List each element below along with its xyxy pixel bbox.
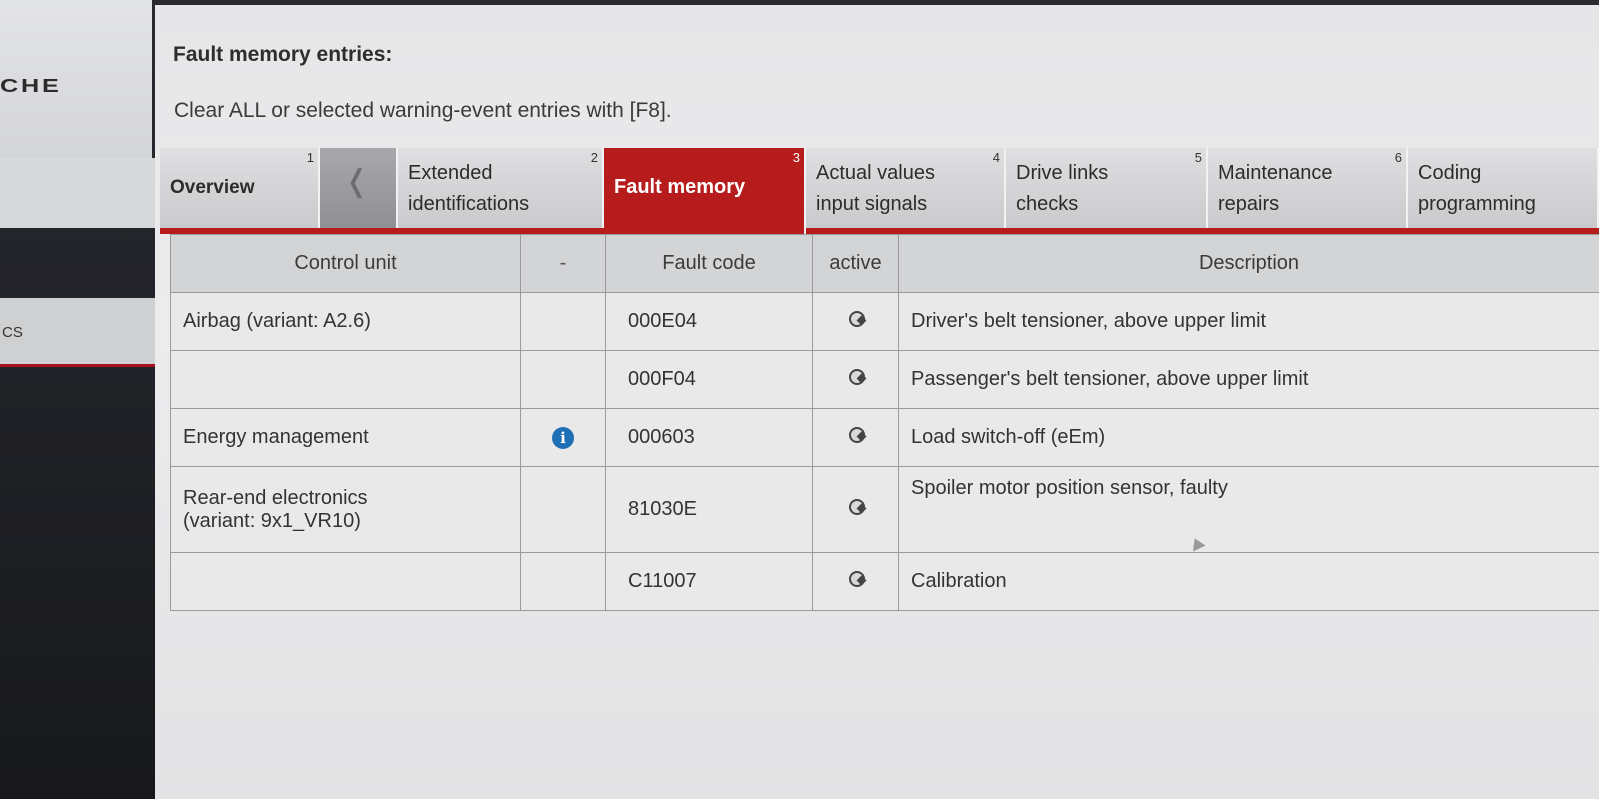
tab-label: Maintenance repairs [1218,158,1333,220]
tab-label: Fault memory [614,176,746,198]
brand-logo: CHE [0,76,62,96]
column-header-active[interactable]: active [812,234,899,293]
fault-memory-table: Control unit - Fault code active Descrip… [170,234,1599,611]
tab-label-line: Actual values [816,162,935,184]
cell-control-unit: Energy management [170,408,521,467]
cell-control-unit [170,552,521,611]
tab-label-line: Extended [408,162,493,184]
tab-drive-links[interactable]: 5 Drive links checks [1006,148,1208,228]
table-row[interactable]: C11007 Calibration [170,552,1599,611]
cell-description: Passenger's belt tensioner, above upper … [898,350,1599,409]
cell-control-unit: Rear-end electronics (variant: 9x1_VR10) [170,466,521,553]
tab-fault-memory[interactable]: 3 Fault memory [604,148,806,234]
tab-back-button[interactable]: ❬ [320,148,398,228]
cell-control-unit-line: Rear-end electronics [183,486,368,509]
cell-description: Spoiler motor position sensor, faulty [898,466,1599,553]
table-row[interactable]: Rear-end electronics (variant: 9x1_VR10)… [170,466,1599,553]
sidebar-strip [0,158,160,228]
column-header-control-unit[interactable]: Control unit [170,234,521,293]
cell-active [812,466,899,553]
tab-coding[interactable]: Coding programming [1408,148,1599,228]
tab-extended-identifications[interactable]: 2 Extended identifications [398,148,604,228]
cell-description: Driver's belt tensioner, above upper lim… [898,292,1599,351]
tab-label-line: identifications [408,193,530,215]
cell-description: Load switch-off (eEm) [898,408,1599,467]
tab-label: Coding programming [1418,158,1536,220]
sidebar-item-label: CS [2,324,23,341]
cell-control-unit [170,350,521,409]
tab-label-line: Coding [1418,162,1482,184]
page-instruction: Clear ALL or selected warning-event entr… [174,99,672,122]
tab-label: Extended identifications [408,158,529,220]
tab-number: 5 [1194,150,1202,165]
tab-label-line: input signals [816,193,928,215]
cell-active [812,350,899,409]
tab-number: 1 [306,150,314,165]
column-header-description[interactable]: Description [898,234,1599,293]
diagnostic-screen: CHE CS Fault memory entries: Clear ALL o… [0,0,1599,799]
cell-info: i [520,408,606,467]
sidebar-header: CHE [0,0,152,158]
tab-label-line: checks [1016,193,1079,215]
tab-label-line: programming [1418,193,1536,215]
table-header-row: Control unit - Fault code active Descrip… [170,234,1599,293]
tab-overview[interactable]: 1 Overview [160,148,320,228]
cell-fault-code: 000F04 [605,350,813,409]
info-icon[interactable]: i [552,427,574,449]
tab-actual-values[interactable]: 4 Actual values input signals [806,148,1006,228]
cell-description: Calibration [898,552,1599,611]
table-row[interactable]: Airbag (variant: A2.6) 000E04 Driver's b… [170,292,1599,351]
cell-control-unit-line: (variant: 9x1_VR10) [183,509,361,532]
chevron-left-icon: ❬ [344,165,370,198]
cell-fault-code: C11007 [605,552,813,611]
cell-fault-code: 81030E [605,466,813,553]
tab-label: Overview [170,177,255,198]
cell-info [520,350,606,409]
tab-number: 4 [992,150,1000,165]
cell-info [520,466,606,553]
tab-number: 3 [792,150,800,165]
tab-label-line: repairs [1218,193,1280,215]
cell-fault-code: 000603 [605,408,813,467]
cell-active [812,292,899,351]
cell-fault-code: 000E04 [605,292,813,351]
bulb-icon [847,498,866,516]
sidebar-item[interactable]: CS [0,298,166,367]
bulb-icon [847,310,866,328]
column-header-info-text: - [559,252,567,274]
column-header-info[interactable]: - [520,234,606,293]
main-panel: Fault memory entries: Clear ALL or selec… [155,5,1599,799]
tab-label: Actual values input signals [816,158,935,220]
cell-info [520,552,606,611]
cell-active [812,552,899,611]
column-header-fault-code[interactable]: Fault code [605,234,813,293]
page-title: Fault memory entries: [173,43,393,66]
tab-bar: 1 Overview ❬ 2 Extended identifications … [160,148,1599,234]
bulb-icon [847,368,866,386]
tab-label-line: Drive links [1016,162,1109,184]
cell-active [812,408,899,467]
tab-number: 6 [1394,150,1402,165]
cell-control-unit: Airbag (variant: A2.6) [170,292,521,351]
tab-number: 2 [590,150,598,165]
tab-label: Drive links checks [1016,158,1108,220]
table-row[interactable]: Energy management i 000603 Load switch-o… [170,408,1599,467]
table-row[interactable]: 000F04 Passenger's belt tensioner, above… [170,350,1599,409]
cell-info [520,292,606,351]
tab-maintenance[interactable]: 6 Maintenance repairs [1208,148,1408,228]
tab-label-line: Maintenance [1218,162,1333,184]
bulb-icon [847,426,866,444]
bulb-icon [847,570,866,588]
